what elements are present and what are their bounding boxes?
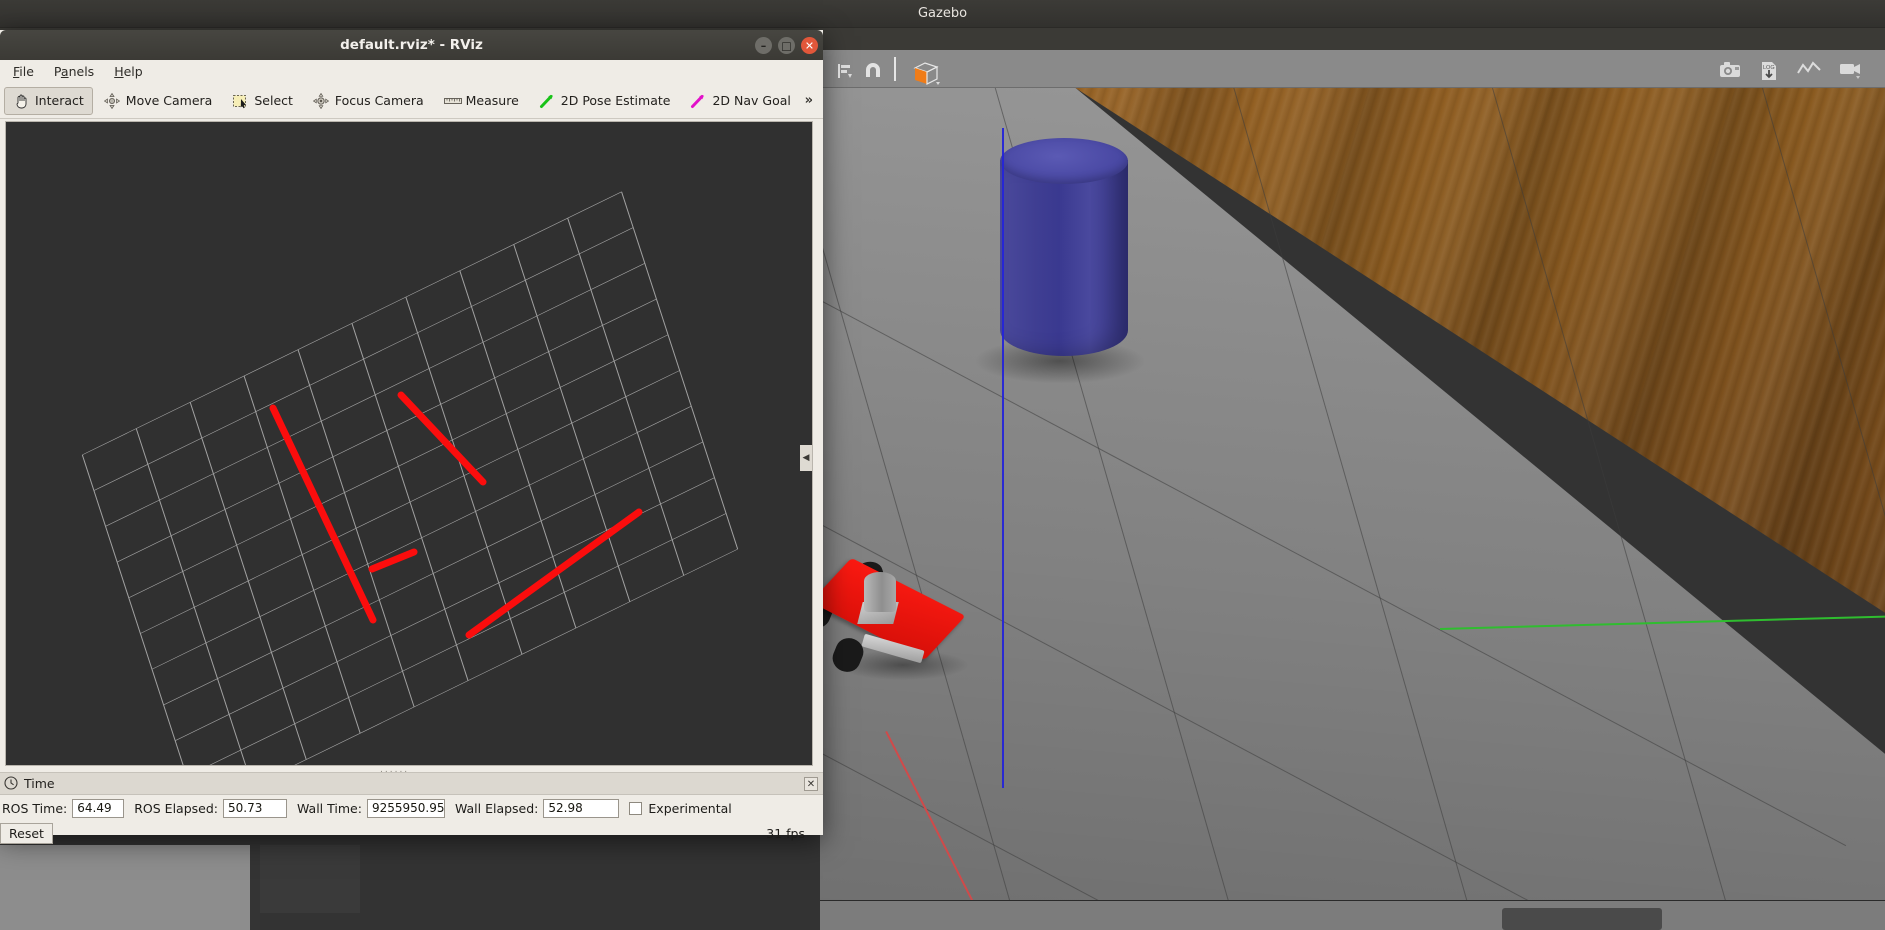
rviz-menubar[interactable]: File Panels Help <box>0 60 823 83</box>
tool-2d-pose-estimate[interactable]: 2D Pose Estimate <box>530 87 680 115</box>
align-icon[interactable] <box>836 61 852 78</box>
time-panel-close-button[interactable]: ✕ <box>804 777 818 791</box>
laser-segment <box>368 548 418 573</box>
ruler-icon <box>443 93 462 109</box>
time-panel-header: Time ✕ <box>0 772 823 795</box>
ros-elapsed-label: ROS Elapsed: <box>134 800 218 816</box>
select-rect-icon <box>232 93 248 109</box>
blue-cylinder-obstacle[interactable] <box>974 128 1146 788</box>
tool-measure-label: Measure <box>465 93 519 108</box>
magenta-arrow-icon <box>690 93 706 109</box>
gazebo-titlebar: Gazebo <box>0 0 1885 28</box>
tool-select-label: Select <box>254 93 293 108</box>
screen-root: Gazebo Fil <box>0 0 1885 930</box>
tool-move-camera-label: Move Camera <box>125 93 213 108</box>
gazebo-toolbar[interactable]: LOG <box>820 50 1885 88</box>
menu-help[interactable]: Help <box>106 62 151 81</box>
reset-button[interactable]: Reset <box>0 822 53 844</box>
tool-2d-pose-estimate-label: 2D Pose Estimate <box>560 93 671 108</box>
time-footer-row: Reset 31 fps <box>0 820 823 846</box>
box-shape-icon[interactable] <box>912 61 942 85</box>
log-download-icon[interactable]: LOG <box>1759 61 1779 80</box>
laser-scan-points <box>269 391 643 639</box>
maximize-icon: □ <box>781 39 792 52</box>
menu-panels-rest: nels <box>68 64 95 79</box>
move-camera-icon <box>103 92 120 109</box>
wall-time-input[interactable]: 9255950.95 <box>366 798 445 818</box>
minimize-icon: – <box>760 39 767 52</box>
gazebo-bottom-panel-chip[interactable] <box>1502 908 1662 930</box>
toolbar-separator <box>894 56 896 81</box>
rviz-toolbar[interactable]: Interact Move Camera Select Focus Camera… <box>0 83 823 119</box>
tool-focus-camera[interactable]: Focus Camera <box>304 87 433 115</box>
wall-time-label: Wall Time: <box>296 800 362 816</box>
menu-panels[interactable]: Panels <box>46 62 102 81</box>
tool-measure[interactable]: Measure <box>435 87 528 115</box>
gazebo-title-label: Gazebo <box>917 6 968 21</box>
experimental-checkbox[interactable] <box>629 801 643 815</box>
tool-2d-nav-goal-label: 2D Nav Goal <box>712 93 791 108</box>
maximize-button[interactable]: □ <box>778 37 795 54</box>
rviz-grid <box>81 191 739 765</box>
experimental-label: Experimental <box>648 800 732 816</box>
ros-time-input[interactable]: 64.49 <box>72 798 125 818</box>
tool-interact-label: Interact <box>35 93 84 108</box>
laser-segment <box>269 404 377 624</box>
rviz-titlebar: default.rviz* - RViz – □ ✕ <box>0 30 823 60</box>
green-arrow-icon <box>539 93 555 109</box>
ros-elapsed-input[interactable]: 50.73 <box>222 798 287 818</box>
close-button[interactable]: ✕ <box>801 37 818 54</box>
tool-2d-nav-goal[interactable]: 2D Nav Goal <box>681 87 799 115</box>
menu-panels-mnemonic: a <box>60 64 69 79</box>
snap-magnet-icon[interactable] <box>862 61 880 77</box>
tool-select[interactable]: Select <box>223 87 302 115</box>
laser-segment <box>465 508 643 639</box>
tool-focus-camera-label: Focus Camera <box>334 93 424 108</box>
background-dark-region <box>260 845 360 913</box>
menu-help-mnemonic: H <box>114 64 124 79</box>
time-panel-title: Time <box>24 776 55 791</box>
rviz-window[interactable]: default.rviz* - RViz – □ ✕ File Panels H… <box>0 30 823 844</box>
toolbar-overflow-button[interactable]: » <box>805 93 823 108</box>
rviz-3d-view[interactable] <box>5 121 813 766</box>
close-icon: ✕ <box>804 39 815 52</box>
screenshot-camera-icon[interactable] <box>1719 61 1741 77</box>
rviz-title-label: default.rviz* - RViz <box>340 37 483 53</box>
tool-move-camera[interactable]: Move Camera <box>95 87 222 115</box>
time-panel-close-icon: ✕ <box>806 778 816 790</box>
cylinder-top-cap <box>1000 138 1128 184</box>
minimize-button[interactable]: – <box>755 37 772 54</box>
hand-cursor-icon <box>13 93 29 109</box>
background-window-left <box>0 845 250 930</box>
menu-help-rest: elp <box>123 64 143 79</box>
axis-z-blue <box>1002 128 1004 788</box>
robot-lidar-cylinder <box>864 572 896 612</box>
menu-panels-pre: P <box>53 64 61 79</box>
tool-interact[interactable]: Interact <box>4 86 93 115</box>
menu-file[interactable]: File <box>5 62 42 81</box>
plot-graph-icon[interactable] <box>1797 60 1821 77</box>
background-window-divider <box>250 845 260 930</box>
menu-file-rest: ile <box>19 64 34 79</box>
wall-elapsed-label: Wall Elapsed: <box>454 800 539 816</box>
time-panel: Time ✕ ROS Time: 64.49 ROS Elapsed: 50.7… <box>0 772 823 844</box>
gazebo-bottom-strip <box>820 900 1885 930</box>
wall-elapsed-input[interactable]: 52.98 <box>543 798 620 818</box>
cylinder-body <box>1000 160 1128 356</box>
ros-time-label: ROS Time: <box>2 800 68 816</box>
clock-icon <box>4 775 18 792</box>
fps-label: 31 fps <box>766 825 805 841</box>
focus-camera-icon <box>312 92 329 109</box>
time-fields-row: ROS Time: 64.49 ROS Elapsed: 50.73 Wall … <box>0 796 823 820</box>
panel-collapse-handle[interactable]: ◀ <box>800 445 812 471</box>
gazebo-3d-scene[interactable] <box>820 88 1885 900</box>
red-robot-model[interactable] <box>820 557 992 688</box>
video-record-icon[interactable] <box>1839 61 1863 79</box>
